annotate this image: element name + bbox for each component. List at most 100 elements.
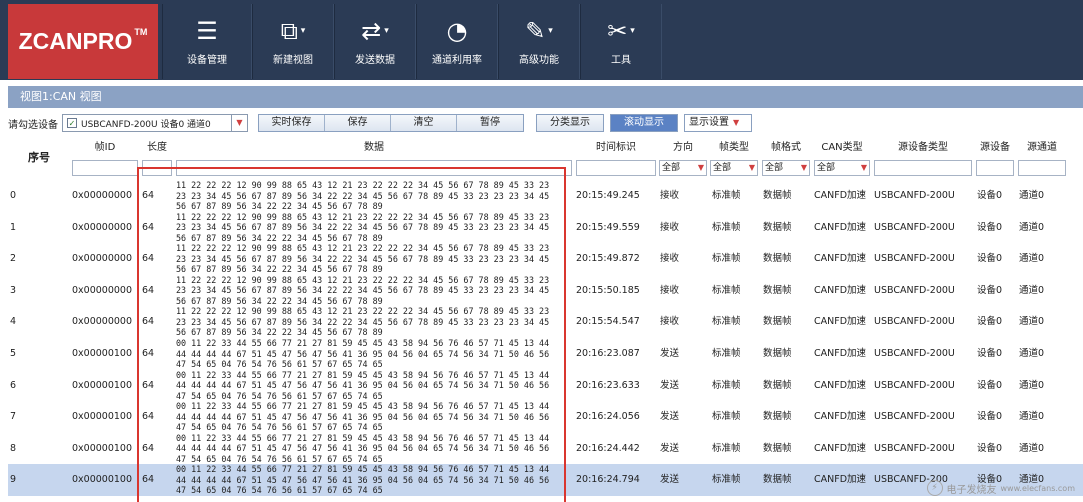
cell-src-device-type: USBCANFD-200U bbox=[874, 442, 955, 454]
table-row[interactable]: 3 0x00000000 64 11 22 22 22 12 90 99 88 65 … bbox=[8, 275, 1083, 307]
cell-src-device: 设备0 bbox=[977, 284, 1003, 296]
table-row[interactable]: 0 0x00000000 64 11 22 22 22 12 90 99 88 65 … bbox=[8, 180, 1083, 212]
data-line: 44 44 44 44 67 51 45 47 56 47 56 41 36 9… bbox=[176, 474, 550, 485]
table-row[interactable]: 5 0x00000100 64 00 11 22 33 44 55 66 77 21 … bbox=[8, 338, 1083, 370]
cell-src-device-type: USBCANFD-200U bbox=[874, 316, 955, 328]
control-row: 请勾选设备 ✓ USBCANFD-200U 设备0 通道0 ▼ 实时保存 保存 清空… bbox=[8, 112, 1083, 134]
cell-src-channel: 通道0 bbox=[1019, 190, 1045, 201]
cell-direction: 接收 bbox=[660, 316, 680, 328]
display-settings-dropdown[interactable]: 显示设置 ▼ bbox=[684, 114, 752, 132]
cell-frame-format: 数据帧 bbox=[763, 411, 792, 423]
data-line: 56 67 87 89 56 34 22 22 34 45 56 67 78 8… bbox=[176, 295, 383, 306]
table-row[interactable]: 9 0x00000100 64 00 11 22 33 44 55 66 77 21 … bbox=[8, 464, 1083, 497]
data-line: 47 54 65 04 76 54 76 56 61 57 67 65 74 6… bbox=[176, 422, 383, 433]
cell-length: 64 bbox=[142, 379, 155, 391]
table-row[interactable]: 1 0x00000000 64 11 22 22 22 12 90 99 88 65 … bbox=[8, 212, 1083, 244]
cell-src-device: 设备0 bbox=[977, 190, 1003, 201]
chevron-down-icon: ▼ bbox=[748, 163, 755, 172]
data-line: 56 67 87 89 56 34 22 22 34 45 56 67 78 8… bbox=[176, 232, 383, 243]
main-toolbar: ☰ 设备管理 ⧉ ▾ 新建视图 ⇄ ▾ 发送数据 ◔ 通道利用率 ✎ ▾ 高级功能 ✂ ▾ 工具 bbox=[162, 4, 662, 79]
cell-seq: 2 bbox=[10, 253, 17, 265]
action-button-group: 实时保存 保存 清空 暂停 bbox=[258, 114, 524, 132]
filter-frame-format-select[interactable]: 全部 ▼ bbox=[762, 160, 810, 176]
cell-seq: 7 bbox=[10, 411, 17, 423]
save-button[interactable]: 保存 bbox=[325, 115, 391, 131]
data-line: 00 11 22 33 44 55 66 77 21 27 81 59 45 4… bbox=[176, 401, 550, 412]
cell-frame-format: 数据帧 bbox=[763, 379, 792, 391]
split-display-button[interactable]: 分类显示 bbox=[536, 114, 604, 132]
table-row[interactable]: 6 0x00000100 64 00 11 22 33 44 55 66 77 21 … bbox=[8, 370, 1083, 402]
dropdown-arrow-icon: ▾ bbox=[545, 26, 553, 36]
filter-direction-select[interactable]: 全部 ▼ bbox=[659, 160, 707, 176]
filter-timestamp-input[interactable] bbox=[576, 160, 656, 176]
header-direction: 方向 bbox=[673, 142, 693, 153]
filter-src-device-input[interactable] bbox=[976, 160, 1014, 176]
header-data: 数据 bbox=[364, 142, 384, 153]
data-line: 23 23 34 45 56 67 87 89 56 34 22 22 34 4… bbox=[176, 285, 550, 296]
data-line: 44 44 44 44 67 51 45 47 56 47 56 41 36 9… bbox=[176, 411, 550, 422]
filter-direction-value: 全部 bbox=[662, 163, 681, 173]
table-row[interactable]: 8 0x00000100 64 00 11 22 33 44 55 66 77 21 … bbox=[8, 433, 1083, 465]
cell-length: 64 bbox=[142, 253, 155, 265]
cell-direction: 发送 bbox=[660, 411, 680, 423]
filter-src-channel-input[interactable] bbox=[1018, 160, 1066, 176]
cell-length: 64 bbox=[142, 474, 155, 486]
toolbar-advanced-button[interactable]: ✎ ▾ 高级功能 bbox=[498, 4, 580, 79]
logo-text: ZCANPRO bbox=[18, 28, 133, 54]
cell-src-channel: 通道0 bbox=[1019, 379, 1045, 391]
filter-row: 全部 ▼ 全部 ▼ 全部 ▼ 全部 ▼ bbox=[8, 158, 1083, 178]
cell-src-device: 设备0 bbox=[977, 411, 1003, 423]
toolbar-tools-button[interactable]: ✂ ▾ 工具 bbox=[580, 4, 662, 79]
cell-frame-type: 标准帧 bbox=[712, 348, 741, 359]
cell-src-device-type: USBCANFD-200U bbox=[874, 190, 955, 201]
logo-trademark: TM bbox=[134, 26, 148, 37]
cell-frame-id: 0x00000100 bbox=[72, 442, 133, 454]
cell-src-channel: 通道0 bbox=[1019, 348, 1045, 359]
table-row[interactable]: 7 0x00000100 64 00 11 22 33 44 55 66 77 21 … bbox=[8, 401, 1083, 433]
cell-length: 64 bbox=[142, 284, 155, 296]
toolbar-label: 设备管理 bbox=[187, 55, 227, 66]
chevron-down-icon[interactable]: ▼ bbox=[231, 115, 247, 131]
header-frame-id: 帧ID bbox=[94, 142, 116, 153]
cell-data: 11 22 22 22 12 90 99 88 65 43 12 21 23 2… bbox=[176, 212, 572, 244]
data-line: 47 54 65 04 76 54 76 56 61 57 67 65 74 6… bbox=[176, 390, 383, 401]
table-row[interactable]: 2 0x00000000 64 11 22 22 22 12 90 99 88 65 … bbox=[8, 243, 1083, 275]
channel-usage-icon: ◔ bbox=[446, 17, 468, 45]
table-row[interactable]: 4 0x00000000 64 11 22 22 22 12 90 99 88 65 … bbox=[8, 306, 1083, 338]
filter-data-input[interactable] bbox=[176, 160, 572, 176]
filter-length-input[interactable] bbox=[142, 160, 172, 176]
realtime-save-button[interactable]: 实时保存 bbox=[259, 115, 325, 131]
cell-seq: 9 bbox=[10, 474, 17, 486]
filter-frame-id-input[interactable] bbox=[72, 160, 138, 176]
select-device-label: 请勾选设备 bbox=[8, 119, 58, 131]
toolbar-label: 工具 bbox=[611, 55, 631, 66]
filter-can-type-select[interactable]: 全部 ▼ bbox=[814, 160, 870, 176]
cell-timestamp: 20:16:24.056 bbox=[576, 411, 640, 423]
toolbar-new-view-button[interactable]: ⧉ ▾ 新建视图 bbox=[252, 4, 334, 79]
tools-icon: ✂ ▾ bbox=[607, 17, 635, 45]
cell-seq: 4 bbox=[10, 316, 17, 328]
chevron-down-icon: ▼ bbox=[800, 163, 807, 172]
cell-frame-id: 0x00000000 bbox=[72, 316, 133, 328]
cell-direction: 接收 bbox=[660, 221, 680, 233]
toolbar-send-data-button[interactable]: ⇄ ▾ 发送数据 bbox=[334, 4, 416, 79]
device-checkbox-icon[interactable]: ✓ bbox=[67, 118, 77, 128]
scroll-display-button[interactable]: 滚动显示 bbox=[610, 114, 678, 132]
cell-src-device-type: USBCANFD-200U bbox=[874, 411, 955, 423]
device-select[interactable]: ✓ USBCANFD-200U 设备0 通道0 ▼ bbox=[62, 114, 248, 132]
toolbar-device-manager-button[interactable]: ☰ 设备管理 bbox=[162, 4, 252, 79]
cell-data: 11 22 22 22 12 90 99 88 65 43 12 21 23 2… bbox=[176, 243, 572, 275]
cell-src-device: 设备0 bbox=[977, 379, 1003, 391]
cell-timestamp: 20:16:24.794 bbox=[576, 474, 640, 486]
toolbar-channel-usage-button[interactable]: ◔ 通道利用率 bbox=[416, 4, 498, 79]
header-length: 长度 bbox=[147, 142, 167, 153]
filter-frame-type-select[interactable]: 全部 ▼ bbox=[710, 160, 758, 176]
pause-button[interactable]: 暂停 bbox=[457, 115, 523, 131]
cell-frame-id: 0x00000000 bbox=[72, 253, 133, 265]
clear-button[interactable]: 清空 bbox=[391, 115, 457, 131]
cell-src-channel: 通道0 bbox=[1019, 221, 1045, 233]
cell-timestamp: 20:15:49.245 bbox=[576, 190, 640, 201]
cell-length: 64 bbox=[142, 348, 155, 359]
cell-frame-id: 0x00000000 bbox=[72, 190, 133, 201]
filter-src-device-type-input[interactable] bbox=[874, 160, 972, 176]
